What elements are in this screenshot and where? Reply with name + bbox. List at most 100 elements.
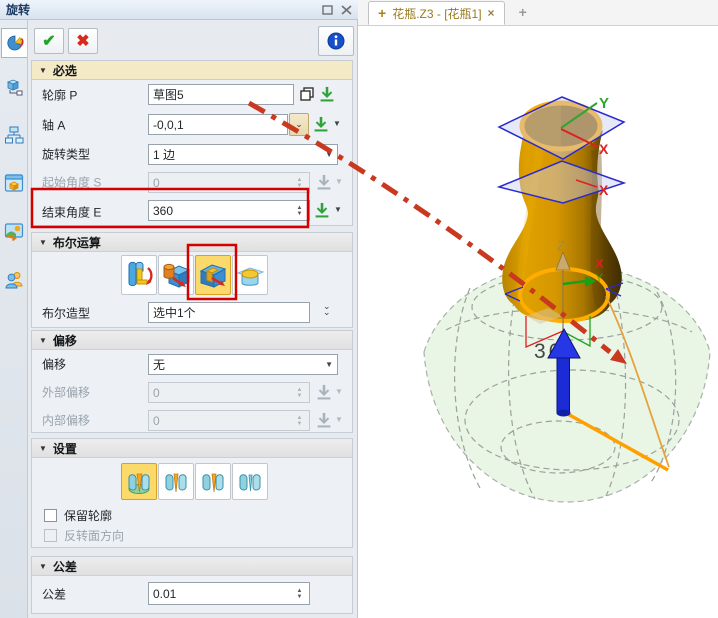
info-button[interactable]	[318, 26, 354, 56]
spinner[interactable]: ▲ ▼	[294, 205, 305, 217]
tolerance-value: 0.01	[153, 587, 176, 601]
section-header-boolean[interactable]: ▼ 布尔运算	[32, 233, 352, 252]
revolve-side1-button[interactable]	[158, 463, 194, 500]
history-tree-icon	[4, 125, 24, 145]
tolerance-label: 公差	[42, 586, 66, 603]
tolerance-input[interactable]: 0.01 ▲ ▼	[148, 582, 310, 605]
x-axis-label-mid: X	[599, 182, 609, 198]
boolean-base-button[interactable]	[121, 255, 157, 295]
cross-icon: ✖	[76, 31, 89, 51]
row-tolerance: 公差 0.01 ▲ ▼	[32, 576, 352, 612]
section-label: 必选	[53, 62, 77, 79]
inner-offset-value: 0	[153, 414, 160, 428]
row-outer-offset: 外部偏移 0 ▲ ▼ ▼	[32, 378, 352, 406]
row-axis: 轴 A -0,0,1 ⌄ ▼	[32, 110, 352, 140]
keep-profile-checkbox[interactable]	[44, 509, 57, 522]
download-icon-disabled	[315, 173, 333, 191]
axis-label: 轴 A	[42, 117, 65, 134]
boolean-add-button[interactable]	[158, 255, 194, 295]
spin-down-icon: ▼	[297, 183, 303, 189]
y-axis-label: Y	[599, 95, 609, 112]
sidebar-item-visual-manager[interactable]	[1, 168, 27, 198]
spin-down-icon: ▼	[297, 211, 303, 217]
group-offset: ▼ 偏移 偏移 无 ▼ 外部偏移 0 ▲ ▼	[31, 330, 353, 433]
3d-canvas[interactable]: Y X X Z X Y	[358, 26, 718, 618]
x-axis-label-bottom: X	[595, 256, 604, 271]
sidebar-item-render[interactable]	[1, 216, 27, 246]
double-chevron-icon[interactable]: ⌄ ⌄	[323, 303, 331, 315]
copy-icon[interactable]	[298, 85, 316, 103]
profile-label: 轮廓 P	[42, 87, 77, 104]
download-icon-disabled	[315, 383, 333, 401]
caret-down-icon[interactable]: ▼	[334, 205, 342, 214]
caret-down-icon: ▼	[335, 387, 343, 396]
section-label: 偏移	[53, 332, 77, 349]
row-reverse-face: 反转面方向	[32, 525, 352, 545]
sidebar-item-revolve[interactable]	[1, 28, 27, 58]
new-tab-button[interactable]: +	[519, 4, 527, 20]
revolve-side2-icon	[198, 467, 228, 497]
section-header-settings[interactable]: ▼ 设置	[32, 439, 352, 458]
revolve-type-value: 1 边	[153, 146, 175, 163]
caret-down-icon[interactable]: ▼	[333, 119, 341, 128]
profile-value: 草图5	[153, 86, 184, 103]
revolve-side2-button[interactable]	[195, 463, 231, 500]
collapse-arrow-icon: ▼	[39, 444, 47, 453]
image-icon	[4, 221, 24, 241]
caret-down-icon: ▼	[335, 177, 343, 186]
boolean-base-icon	[124, 258, 154, 292]
ok-button[interactable]: ✔	[34, 28, 64, 54]
axis-value: -0,0,1	[153, 118, 184, 132]
end-angle-input[interactable]: 360 ▲ ▼	[148, 200, 310, 221]
row-end-angle: 结束角度 E 360 ▲ ▼ ▼	[32, 196, 352, 227]
collapse-arrow-icon: ▼	[39, 336, 47, 345]
restore-icon[interactable]	[322, 5, 333, 15]
offset-value: 无	[153, 356, 165, 373]
revolve-symmetric-button[interactable]	[232, 463, 268, 500]
row-keep-profile: 保留轮廓	[32, 505, 352, 525]
axis-input[interactable]: -0,0,1	[148, 114, 288, 135]
axis-picker-button[interactable]: ⌄	[289, 113, 309, 136]
cancel-button[interactable]: ✖	[68, 28, 98, 54]
spinner[interactable]: ▲ ▼	[294, 588, 305, 600]
group-tolerance: ▼ 公差 公差 0.01 ▲ ▼	[31, 556, 353, 614]
section-label: 布尔运算	[53, 234, 101, 251]
group-required: ▼ 必选 轮廓 P 草图5 轴 A -0,0,1	[31, 60, 353, 226]
collapse-arrow-icon: ▼	[39, 562, 47, 571]
offset-dropdown[interactable]: 无 ▼	[148, 354, 338, 375]
caret-down-icon: ▼	[325, 150, 333, 159]
profile-input[interactable]: 草图5	[148, 84, 294, 105]
row-start-angle: 起始角度 S 0 ▲ ▼ ▼	[32, 168, 352, 196]
sidebar	[0, 20, 28, 618]
document-tabbar: + 花瓶.Z3 - [花瓶1] × +	[358, 0, 718, 26]
revolve-type-label: 旋转类型	[42, 146, 90, 163]
row-settings-icons	[32, 458, 352, 505]
sidebar-item-role[interactable]	[1, 264, 27, 294]
boolean-subtract-button[interactable]	[195, 255, 231, 295]
revolve-options-panel: ✔ ✖ ▼ 必选 轮廓 P 草图5	[28, 20, 358, 618]
viewport[interactable]: + 花瓶.Z3 - [花瓶1] × +	[358, 0, 718, 618]
reverse-face-label: 反转面方向	[64, 527, 124, 544]
boolean-shape-input[interactable]: 选中1个	[148, 302, 310, 323]
close-icon[interactable]	[341, 5, 352, 15]
row-profile: 轮廓 P 草图5	[32, 80, 352, 110]
boolean-intersect-button[interactable]	[232, 255, 268, 295]
revolve-type-dropdown[interactable]: 1 边 ▼	[148, 144, 338, 165]
sidebar-item-shape-browser[interactable]	[1, 72, 27, 102]
section-header-required[interactable]: ▼ 必选	[32, 61, 352, 80]
tab-active-document[interactable]: + 花瓶.Z3 - [花瓶1] ×	[368, 1, 505, 25]
outer-offset-label: 外部偏移	[42, 384, 90, 401]
tab-close-icon[interactable]: ×	[488, 6, 495, 20]
revolve-both-sides-button[interactable]	[121, 463, 157, 500]
boolean-add-icon	[161, 258, 191, 292]
download-icon[interactable]	[318, 85, 336, 103]
inner-offset-input: 0 ▲ ▼	[148, 410, 310, 431]
info-icon	[327, 32, 345, 50]
x-axis-label: X	[599, 141, 609, 157]
section-header-offset[interactable]: ▼ 偏移	[32, 331, 352, 350]
download-icon[interactable]	[313, 201, 331, 219]
outer-offset-value: 0	[153, 386, 160, 400]
section-header-tolerance[interactable]: ▼ 公差	[32, 557, 352, 576]
download-icon[interactable]	[312, 115, 330, 133]
sidebar-item-history[interactable]	[1, 120, 27, 150]
